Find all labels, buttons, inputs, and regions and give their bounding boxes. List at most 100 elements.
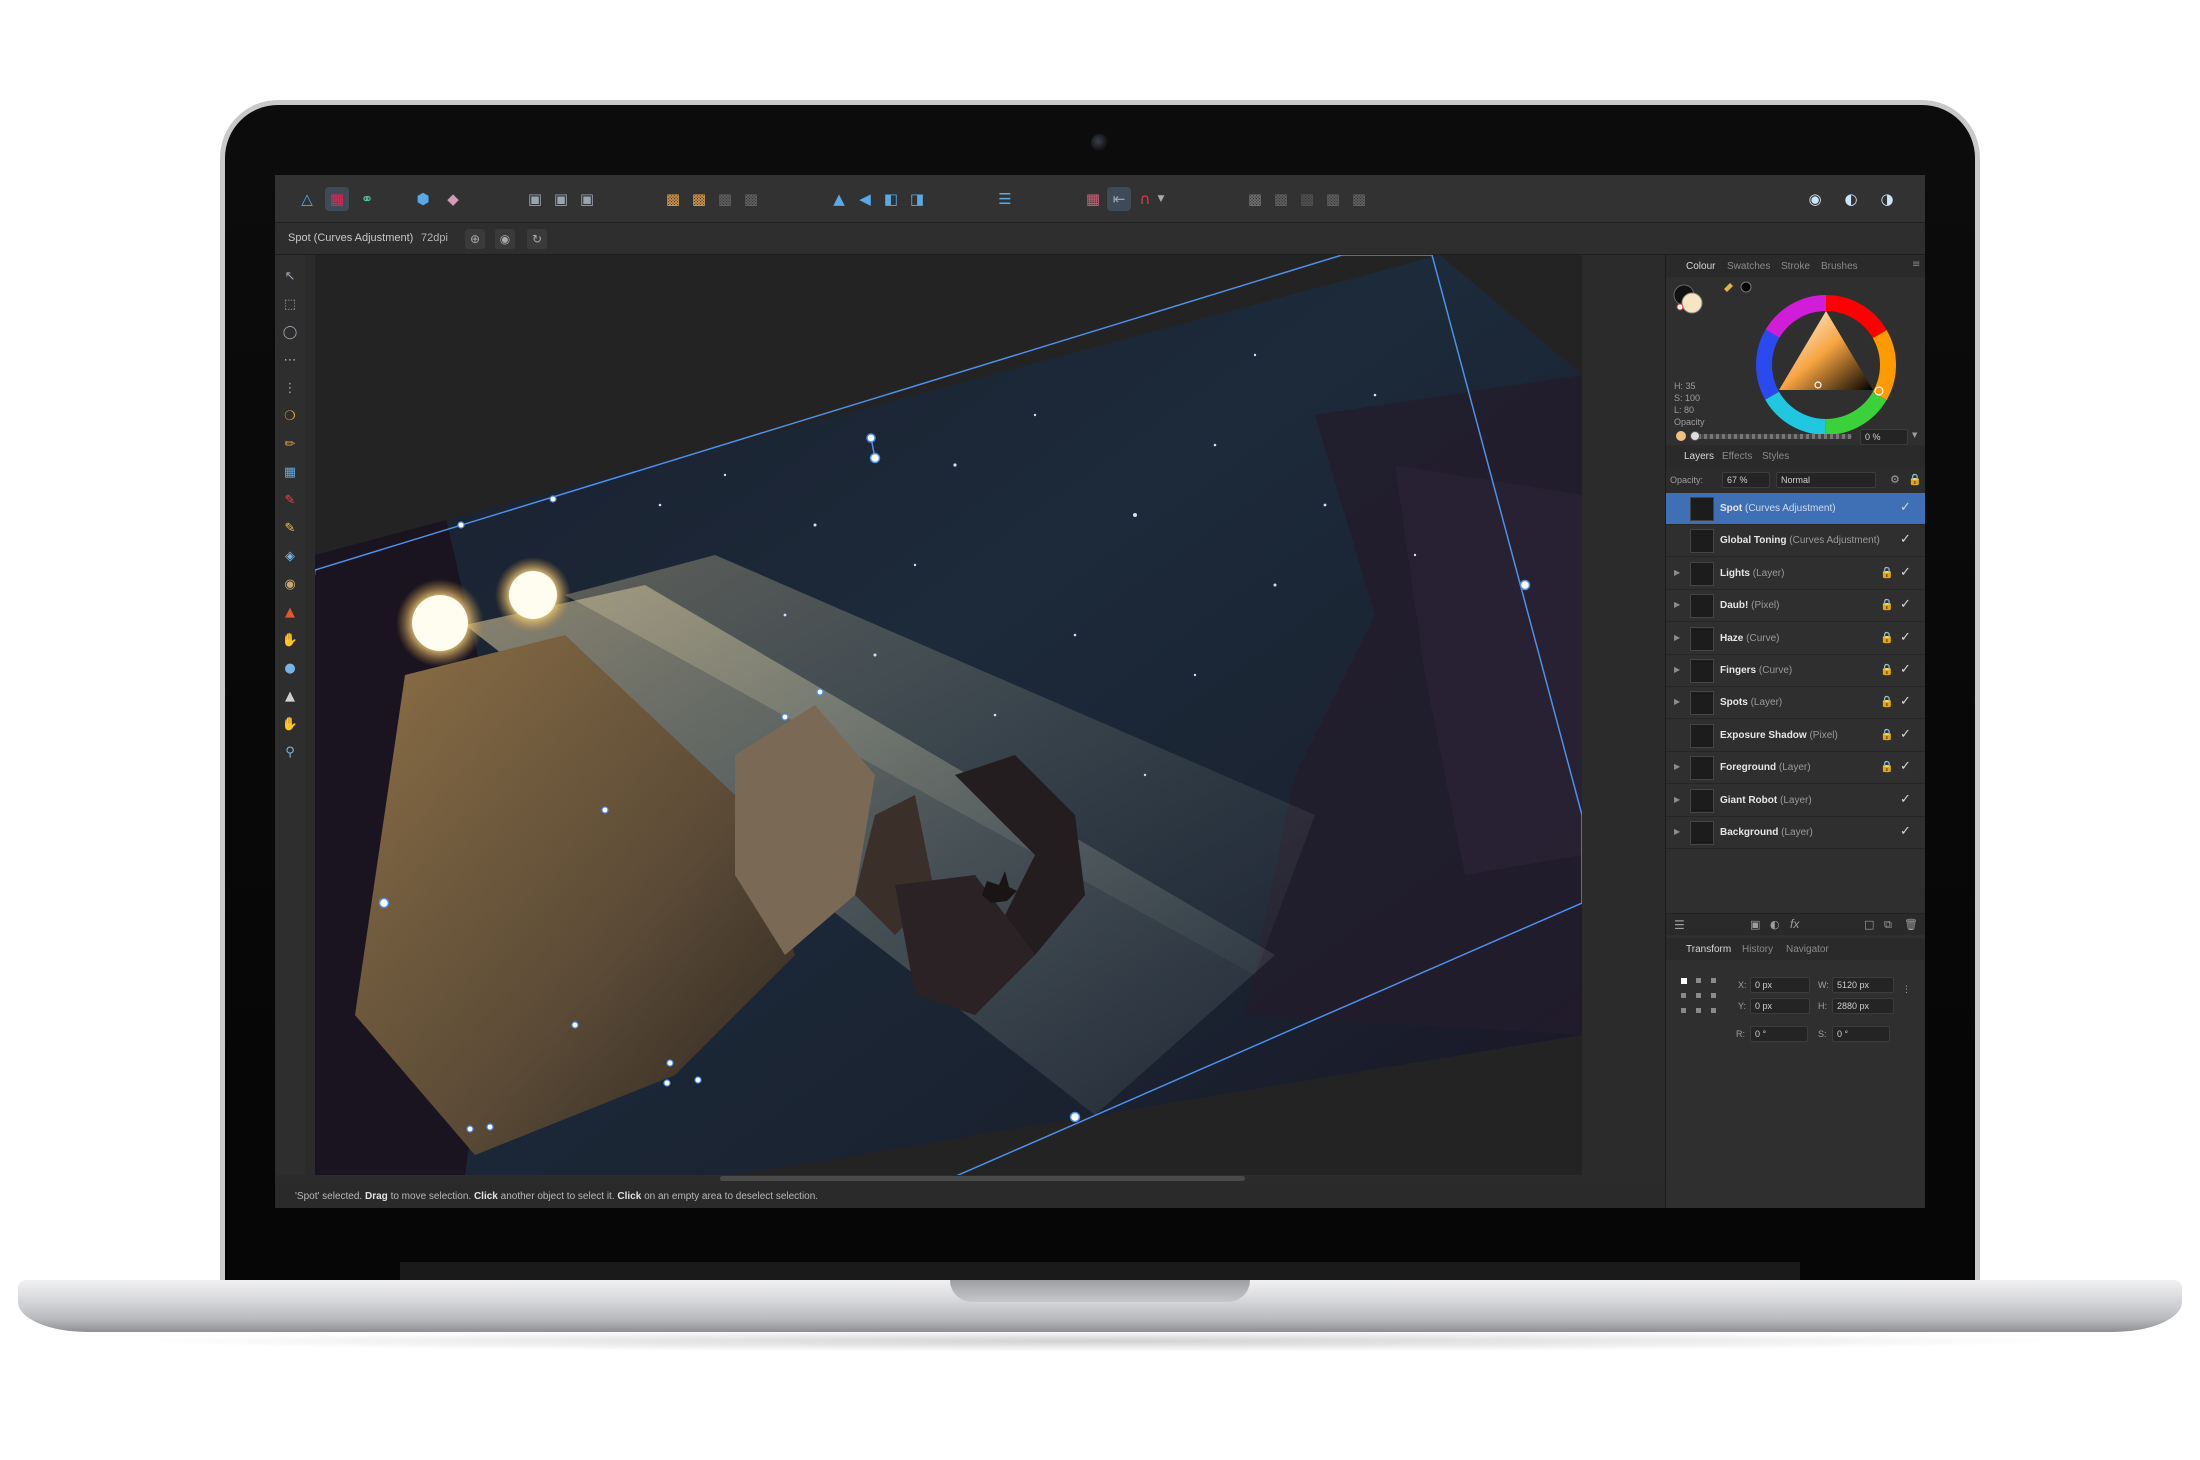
lock-icon[interactable]: 🔒: [1908, 473, 1922, 486]
layer-row[interactable]: ▶ Foreground (Layer) 🔒 ✓: [1666, 752, 1925, 785]
gear-icon[interactable]: ⚙: [1890, 473, 1900, 486]
arrange-back-icon[interactable]: ▩: [661, 187, 685, 211]
visibility-check-icon[interactable]: ✓: [1900, 824, 1911, 839]
visibility-check-icon[interactable]: ✓: [1900, 630, 1911, 645]
clone-icon[interactable]: ◉: [279, 573, 301, 595]
tab-brushes[interactable]: Brushes: [1821, 261, 1858, 272]
layer-row[interactable]: Global Toning (Curves Adjustment) ✓: [1666, 525, 1925, 558]
visibility-check-icon[interactable]: ✓: [1900, 694, 1911, 709]
burn-icon[interactable]: ▲: [279, 601, 301, 623]
opacity-slider[interactable]: [1692, 434, 1852, 439]
row-marquee-icon[interactable]: ⋯: [279, 349, 301, 371]
w-field[interactable]: 5120 px: [1832, 977, 1894, 993]
rectangle-marquee-icon[interactable]: ⬚: [279, 293, 301, 315]
fill-icon[interactable]: ◈: [279, 545, 301, 567]
visibility-check-icon[interactable]: ✓: [1900, 532, 1911, 547]
lock-icon[interactable]: 🔒: [1880, 695, 1894, 708]
bounds-icon[interactable]: ⇤: [1107, 187, 1131, 211]
visibility-check-icon[interactable]: ✓: [1900, 759, 1911, 774]
paint-brush-icon[interactable]: ✎: [279, 489, 301, 511]
layer-row[interactable]: ▶ Lights (Layer) 🔒 ✓: [1666, 558, 1925, 590]
align-icon[interactable]: ☰: [993, 187, 1017, 211]
rotate-handle[interactable]: [866, 433, 876, 443]
export-persona-icon[interactable]: ⚭: [355, 187, 379, 211]
expand-arrow-icon[interactable]: ▶: [1674, 697, 1680, 706]
eyedropper-icon[interactable]: [1724, 283, 1733, 292]
fx-icon[interactable]: fx: [1790, 917, 1799, 931]
fill-colour-swatch[interactable]: [1681, 292, 1703, 314]
visibility-check-icon[interactable]: ✓: [1900, 597, 1911, 612]
rotate-left-icon[interactable]: ◧: [879, 187, 903, 211]
smudge-icon[interactable]: ✋: [279, 629, 301, 651]
selection-above-icon[interactable]: ▣: [549, 187, 573, 211]
sharpen-icon[interactable]: ▲: [279, 685, 301, 707]
rotate-right-icon[interactable]: ◨: [905, 187, 929, 211]
snap-dropdown-icon[interactable]: ▼: [1149, 187, 1173, 211]
reset-icon[interactable]: ↻: [527, 229, 547, 249]
tab-effects[interactable]: Effects: [1722, 451, 1752, 462]
visibility-check-icon[interactable]: ✓: [1900, 662, 1911, 677]
expand-arrow-icon[interactable]: ▶: [1674, 762, 1680, 771]
link-icon[interactable]: ⋮: [1902, 985, 1911, 995]
selection-insert-icon[interactable]: ▣: [523, 187, 547, 211]
boolean-divide-icon[interactable]: ▩: [1347, 187, 1371, 211]
left-handle[interactable]: [378, 897, 390, 909]
ellipse-marquee-icon[interactable]: ◯: [279, 321, 301, 343]
visibility-check-icon[interactable]: ✓: [1900, 500, 1911, 515]
tab-transform[interactable]: Transform: [1686, 944, 1731, 955]
lock-icon[interactable]: 🔒: [1880, 598, 1894, 611]
tab-colour[interactable]: Colour: [1686, 261, 1715, 272]
layer-row[interactable]: ▶ Giant Robot (Layer) ✓: [1666, 785, 1925, 817]
expand-arrow-icon[interactable]: ▶: [1674, 600, 1680, 609]
canvas[interactable]: [315, 255, 1582, 1175]
rotation-field[interactable]: 0 °: [1750, 1026, 1808, 1042]
expand-arrow-icon[interactable]: ▶: [1674, 795, 1680, 804]
opacity-slider-handle[interactable]: [1690, 431, 1700, 441]
flip-horizontal-icon[interactable]: ▲: [827, 187, 851, 211]
lock-icon[interactable]: 🔒: [1880, 728, 1894, 741]
right-handle[interactable]: [1519, 579, 1531, 591]
opacity-dropdown-icon[interactable]: ▼: [1912, 431, 1917, 439]
delete-layer-icon[interactable]: 🗑: [1904, 918, 1918, 931]
column-marquee-icon[interactable]: ⋮: [279, 377, 301, 399]
lock-icon[interactable]: 🔒: [1880, 566, 1894, 579]
duplicate-layer-icon[interactable]: ⧉: [1884, 918, 1892, 932]
zoom-icon[interactable]: ⚲: [279, 741, 301, 763]
blend-mode-select[interactable]: Normal: [1776, 472, 1876, 488]
flood-select-icon[interactable]: ▦: [279, 461, 301, 483]
selection-below-icon[interactable]: ▣: [575, 187, 599, 211]
arrange-front-icon[interactable]: ▩: [713, 187, 737, 211]
pixel-persona-icon[interactable]: ▦: [325, 187, 349, 211]
layer-row[interactable]: ▶ Fingers (Curve) 🔒 ✓: [1666, 655, 1925, 687]
move-tool-icon[interactable]: ↖: [279, 265, 301, 287]
anchor-grid-icon[interactable]: [1680, 977, 1720, 1017]
affinity-logo-icon[interactable]: △: [295, 187, 319, 211]
lock-icon[interactable]: 🔒: [1880, 760, 1894, 773]
lock-icon[interactable]: 🔒: [1880, 631, 1894, 644]
visibility-check-icon[interactable]: ✓: [1900, 565, 1911, 580]
expand-arrow-icon[interactable]: ▶: [1674, 633, 1680, 642]
snapping-icon[interactable]: ⬢: [411, 187, 435, 211]
h-field[interactable]: 2880 px: [1832, 998, 1894, 1014]
opacity-field[interactable]: 0 %: [1860, 429, 1908, 445]
colour-wheel[interactable]: [1756, 295, 1896, 435]
layer-row[interactable]: Spot (Curves Adjustment) ✓: [1666, 493, 1925, 525]
visibility-check-icon[interactable]: ✓: [1900, 792, 1911, 807]
mask-icon[interactable]: ▣: [1750, 918, 1760, 931]
layer-row[interactable]: ▶ Daub! (Pixel) 🔒 ✓: [1666, 590, 1925, 623]
erase-brush-icon[interactable]: ✎: [279, 517, 301, 539]
tab-swatches[interactable]: Swatches: [1727, 261, 1770, 272]
lock-icon[interactable]: 🔒: [1880, 663, 1894, 676]
new-layer-icon[interactable]: □: [1864, 918, 1874, 931]
layers-stack-icon[interactable]: ☰: [1674, 918, 1685, 932]
arrange-top-icon[interactable]: ▩: [739, 187, 763, 211]
boolean-intersect-icon[interactable]: ▩: [1295, 187, 1319, 211]
top-handle[interactable]: [869, 452, 881, 464]
visibility-check-icon[interactable]: ✓: [1900, 727, 1911, 742]
panel-menu-icon[interactable]: ≡: [1912, 259, 1920, 270]
expand-arrow-icon[interactable]: ▶: [1674, 665, 1680, 674]
tab-stroke[interactable]: Stroke: [1781, 261, 1810, 272]
y-field[interactable]: 0 px: [1750, 998, 1810, 1014]
horizontal-scrollbar[interactable]: [720, 1176, 1245, 1181]
picked-colour-swatch[interactable]: [1740, 281, 1752, 293]
